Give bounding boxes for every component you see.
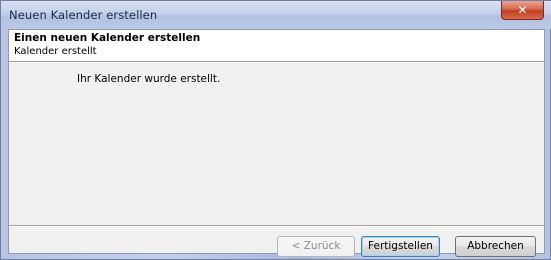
window-title: Neuen Kalender erstellen <box>9 8 158 22</box>
header-divider-highlight <box>9 62 544 63</box>
footer-divider-highlight <box>9 226 544 227</box>
close-button[interactable]: ✕ <box>501 1 544 20</box>
finish-button[interactable]: Fertigstellen <box>361 236 440 257</box>
wizard-header-subtitle: Kalender erstellt <box>14 46 97 57</box>
title-bar[interactable]: Neuen Kalender erstellen ✕ <box>1 1 551 29</box>
wizard-window: Neuen Kalender erstellen ✕ Einen neuen K… <box>0 0 551 260</box>
wizard-client-area: Einen neuen Kalender erstellen Kalender … <box>8 29 545 257</box>
wizard-header: Einen neuen Kalender erstellen Kalender … <box>9 30 544 61</box>
wizard-header-title: Einen neuen Kalender erstellen <box>14 32 201 44</box>
back-button[interactable]: < Zurück <box>277 236 355 257</box>
close-icon: ✕ <box>517 3 528 17</box>
cancel-button[interactable]: Abbrechen <box>455 236 536 257</box>
status-message: Ihr Kalender wurde erstellt. <box>77 73 221 85</box>
